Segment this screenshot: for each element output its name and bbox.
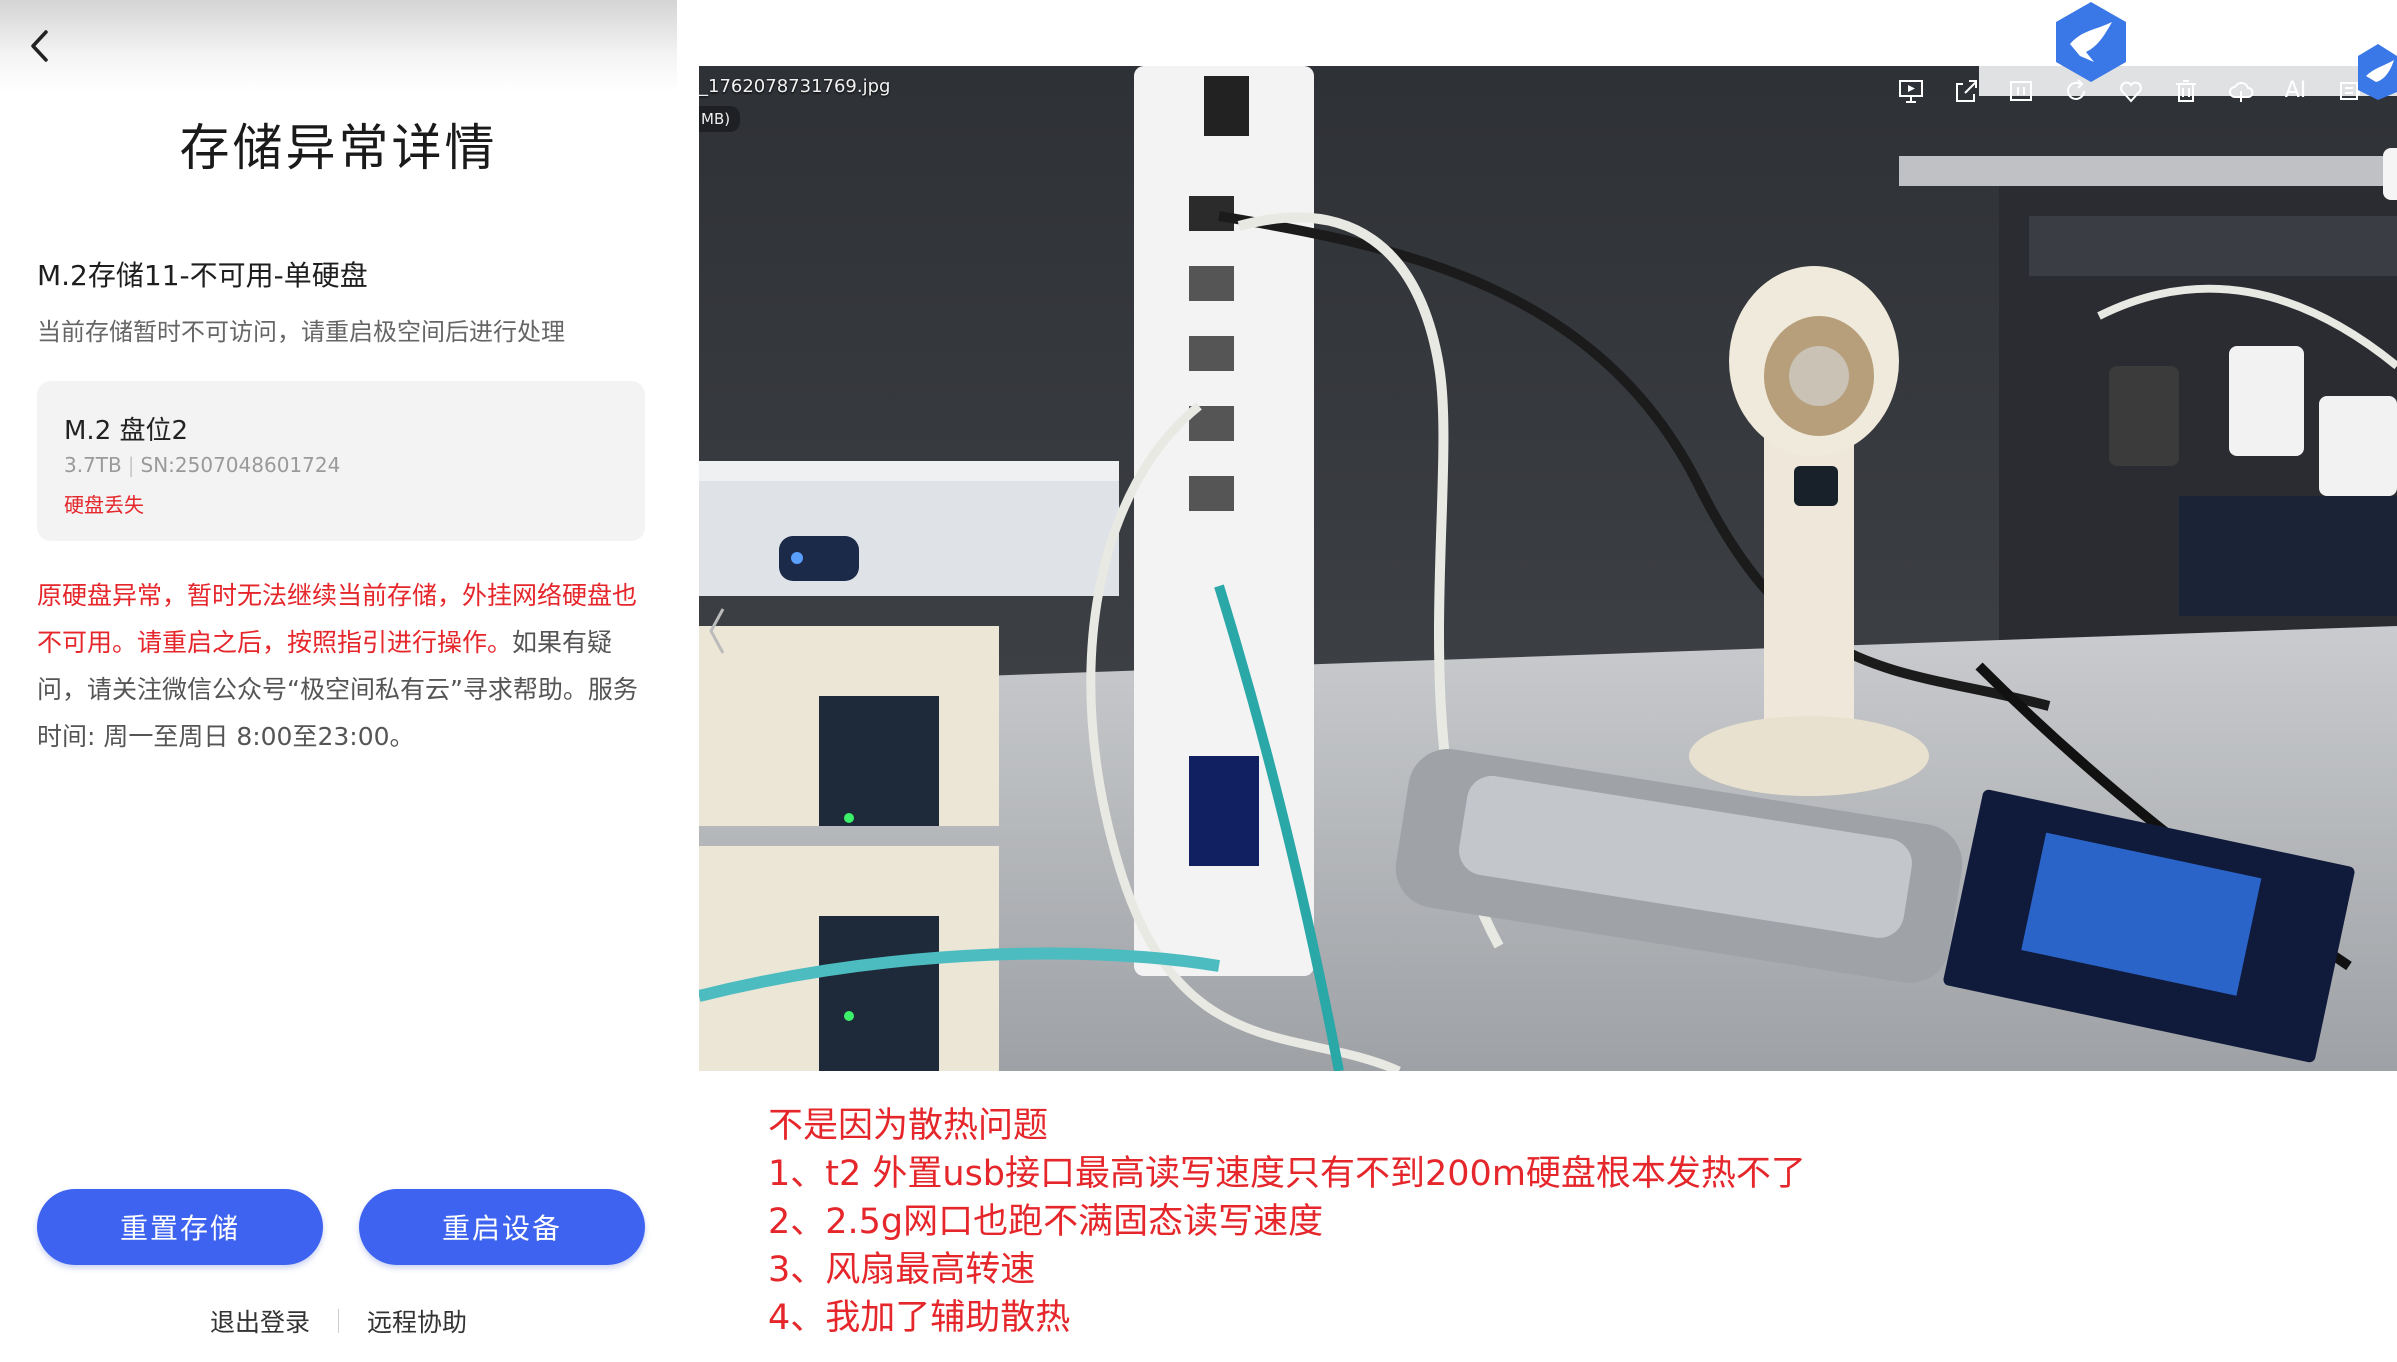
note-line: 不是因为散热问题 (768, 1106, 1049, 1146)
ai-icon[interactable]: AI (2279, 74, 2312, 107)
disk-serial: SN:2507048601724 (140, 453, 341, 477)
restart-device-button[interactable]: 重启设备 (359, 1189, 645, 1265)
ai-label: AI (2284, 78, 2307, 103)
bottom-links: 退出登录 远程协助 (0, 1303, 677, 1339)
remote-assist-link[interactable]: 远程协助 (367, 1303, 467, 1339)
disk-status: 硬盘丢失 (64, 493, 144, 517)
storage-description: 当前存储暂时不可访问，请重启极空间后进行处理 (37, 318, 565, 346)
annotation-note: 不是因为散热问题 1、t2 外置usb接口最高读写速度只有不到200m硬盘根本发… (768, 1102, 1806, 1342)
viewer-toolbar: AI (1894, 74, 2367, 107)
reset-storage-button[interactable]: 重置存储 (37, 1189, 323, 1265)
corner-logo-icon (2358, 44, 2397, 100)
app-logo-icon (2056, 2, 2126, 82)
disk-info: 3.7TB | SN:2507048601724 (64, 453, 340, 477)
slideshow-icon[interactable] (1894, 74, 1927, 107)
file-size: MB) (699, 106, 741, 132)
note-line: 3、风扇最高转速 (768, 1250, 1036, 1290)
page-title: 存储异常详情 (179, 119, 498, 177)
disk-card: M.2 盘位2 3.7TB | SN:2507048601724 硬盘丢失 (37, 381, 645, 541)
note-line: 1、t2 外置usb接口最高读写速度只有不到200m硬盘根本发热不了 (768, 1154, 1806, 1194)
side-panel-handle[interactable] (2383, 148, 2397, 200)
disk-slot-label: M.2 盘位2 (64, 416, 189, 446)
note-line: 2、2.5g网口也跑不满固态读写速度 (768, 1202, 1324, 1242)
back-button[interactable] (18, 24, 62, 68)
cloud-icon[interactable] (2224, 74, 2257, 107)
file-name: _1762078731769.jpg (699, 76, 891, 97)
disk-capacity: 3.7TB (64, 453, 122, 477)
top-bar (0, 0, 677, 92)
phone-screen: 存储异常详情 M.2存储11-不可用-单硬盘 当前存储暂时不可访问，请重启极空间… (0, 0, 677, 1362)
photo-viewer: _1762078731769.jpg MB) AI (699, 66, 2397, 1071)
chevron-left-icon (31, 30, 48, 62)
separator: | (127, 453, 135, 477)
note-line: 4、我加了辅助散热 (768, 1298, 1071, 1338)
storage-name: M.2存储11-不可用-单硬盘 (37, 259, 368, 292)
logout-link[interactable]: 退出登录 (210, 1303, 310, 1339)
previous-photo-button[interactable] (703, 601, 733, 661)
divider (338, 1309, 339, 1333)
chevron-left-icon (709, 608, 725, 654)
nas-setup-photo (699, 66, 2397, 1071)
info-icon[interactable] (2004, 74, 2037, 107)
share-icon[interactable] (1949, 74, 1982, 107)
delete-icon[interactable] (2169, 74, 2202, 107)
error-notice: 原硬盘异常，暂时无法继续当前存储，外挂网络硬盘也不可用。请重启之后，按照指引进行… (37, 572, 649, 760)
